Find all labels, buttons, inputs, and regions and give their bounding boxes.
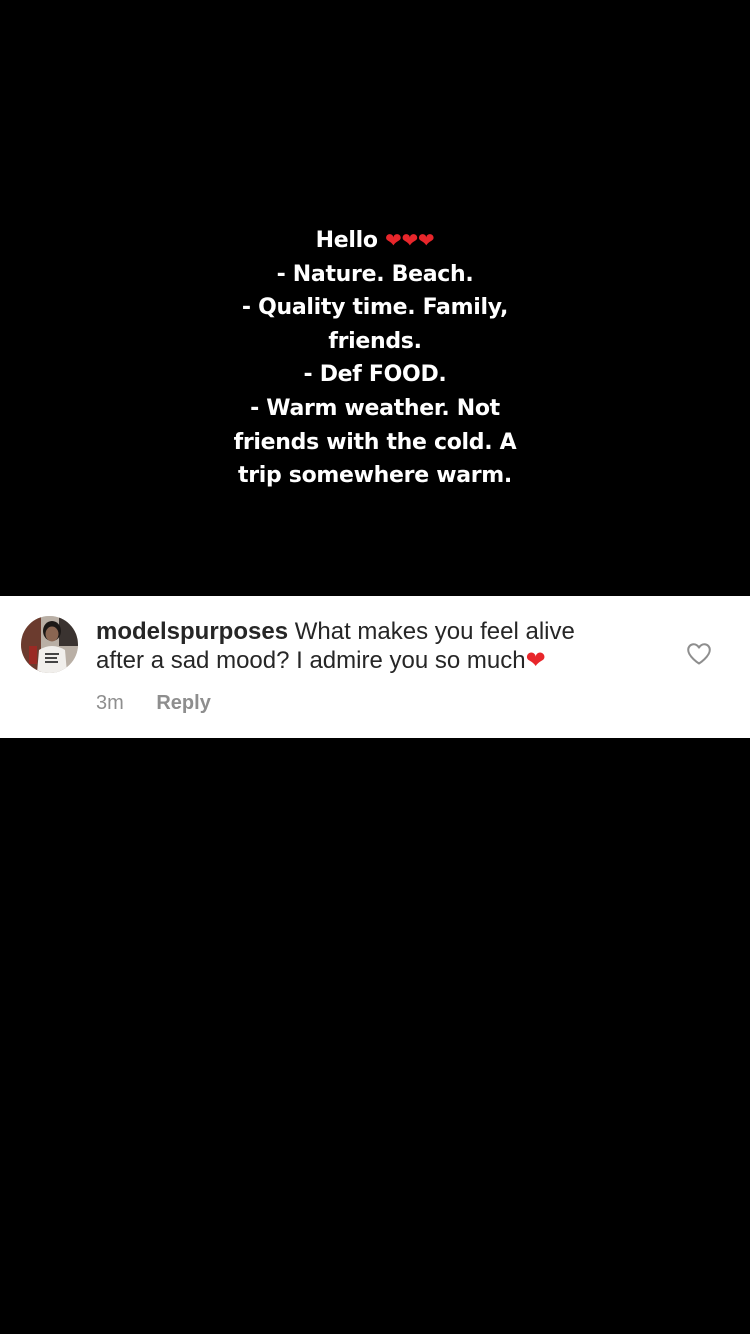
avatar-photo-icon [21, 616, 78, 673]
comment-meta: 3m Reply [96, 692, 211, 715]
story-line: friends. [328, 328, 422, 354]
comment-text-line1: What makes you feel alive [294, 618, 575, 645]
story-greeting: Hello [315, 228, 378, 253]
comment-timestamp: 3m [96, 692, 124, 714]
story-line: trip somewhere warm. [237, 463, 512, 489]
heart-emoji-icon: ❤❤❤ [385, 228, 435, 252]
story-line: - Def FOOD. [303, 362, 447, 388]
story-line: - Quality time. Family, [241, 295, 509, 321]
heart-emoji-icon: ❤ [525, 647, 546, 674]
comment-text-line2: after a sad mood? I admire you so much [96, 647, 526, 674]
story-line: friends with the cold. A [233, 429, 517, 455]
like-button[interactable] [686, 642, 712, 666]
comment-text: modelspurposes What makes you feel alive… [96, 617, 656, 675]
comment-username[interactable]: modelspurposes [96, 618, 288, 645]
story-line: - Warm weather. Not [250, 395, 500, 421]
heart-outline-icon [687, 643, 711, 665]
comment-card: modelspurposes What makes you feel alive… [0, 596, 750, 738]
story-greeting-line: Hello ❤❤❤ [0, 224, 750, 258]
story-line: - Nature. Beach. [276, 261, 474, 287]
avatar[interactable] [21, 616, 78, 673]
reply-button[interactable]: Reply [156, 692, 210, 714]
story-text: Hello ❤❤❤ - Nature. Beach. - Quality tim… [0, 224, 750, 493]
